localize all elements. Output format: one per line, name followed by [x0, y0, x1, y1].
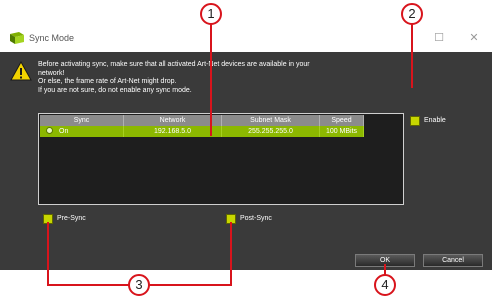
table-row[interactable]: On 192.168.5.0 255.255.255.0 100 MBits — [40, 126, 364, 137]
speed-cell: 100 MBits — [320, 126, 364, 137]
callout-1-leader — [210, 24, 212, 136]
pre-sync-label: Pre-Sync — [57, 215, 86, 222]
enable-label: Enable — [424, 117, 446, 124]
cancel-button[interactable]: Cancel — [423, 254, 483, 267]
subnet-mask-cell: 255.255.255.0 — [222, 126, 320, 137]
callout-3-badge: 3 — [128, 274, 150, 296]
warning-message: Before activating sync, make sure that a… — [38, 61, 398, 95]
enable-checkbox[interactable] — [410, 116, 420, 126]
callout-2-leader — [411, 24, 413, 88]
close-button[interactable]: ✕ — [464, 30, 484, 46]
network-cell: 192.168.5.0 — [124, 126, 222, 137]
warning-line: network! — [38, 69, 65, 77]
network-table: Sync Network Subnet Mask Speed On 192.16… — [38, 113, 404, 205]
maximize-button[interactable]: ☐ — [429, 30, 449, 46]
warning-icon — [10, 61, 32, 81]
post-sync-label: Post-Sync — [240, 215, 272, 222]
warning-line: Before activating sync, make sure that a… — [38, 61, 310, 68]
callout-3-leader-left — [47, 222, 49, 286]
callout-3-leader-right — [230, 222, 232, 286]
column-header-subnet-mask[interactable]: Subnet Mask — [222, 115, 320, 126]
callout-2-badge: 2 — [401, 3, 423, 25]
row-status-dot-icon — [46, 126, 53, 134]
callout-4-badge: 4 — [374, 274, 396, 296]
table-header: Sync Network Subnet Mask Speed — [40, 115, 364, 126]
callout-1-badge: 1 — [200, 3, 222, 25]
warning-line: Or else, the frame rate of Art-Net might… — [38, 78, 177, 85]
sync-cell: On — [40, 126, 124, 137]
sync-value: On — [59, 128, 69, 135]
column-header-speed[interactable]: Speed — [320, 115, 364, 126]
app-logo-icon — [10, 32, 24, 44]
screenshot-stage: Sync Mode ☐ ✕ Before activating sync, ma… — [0, 0, 492, 299]
column-header-network[interactable]: Network — [124, 115, 222, 126]
column-header-sync[interactable]: Sync — [40, 115, 124, 126]
warning-line: If you are not sure, do not enable any s… — [38, 86, 192, 94]
window-title: Sync Mode — [29, 33, 75, 43]
